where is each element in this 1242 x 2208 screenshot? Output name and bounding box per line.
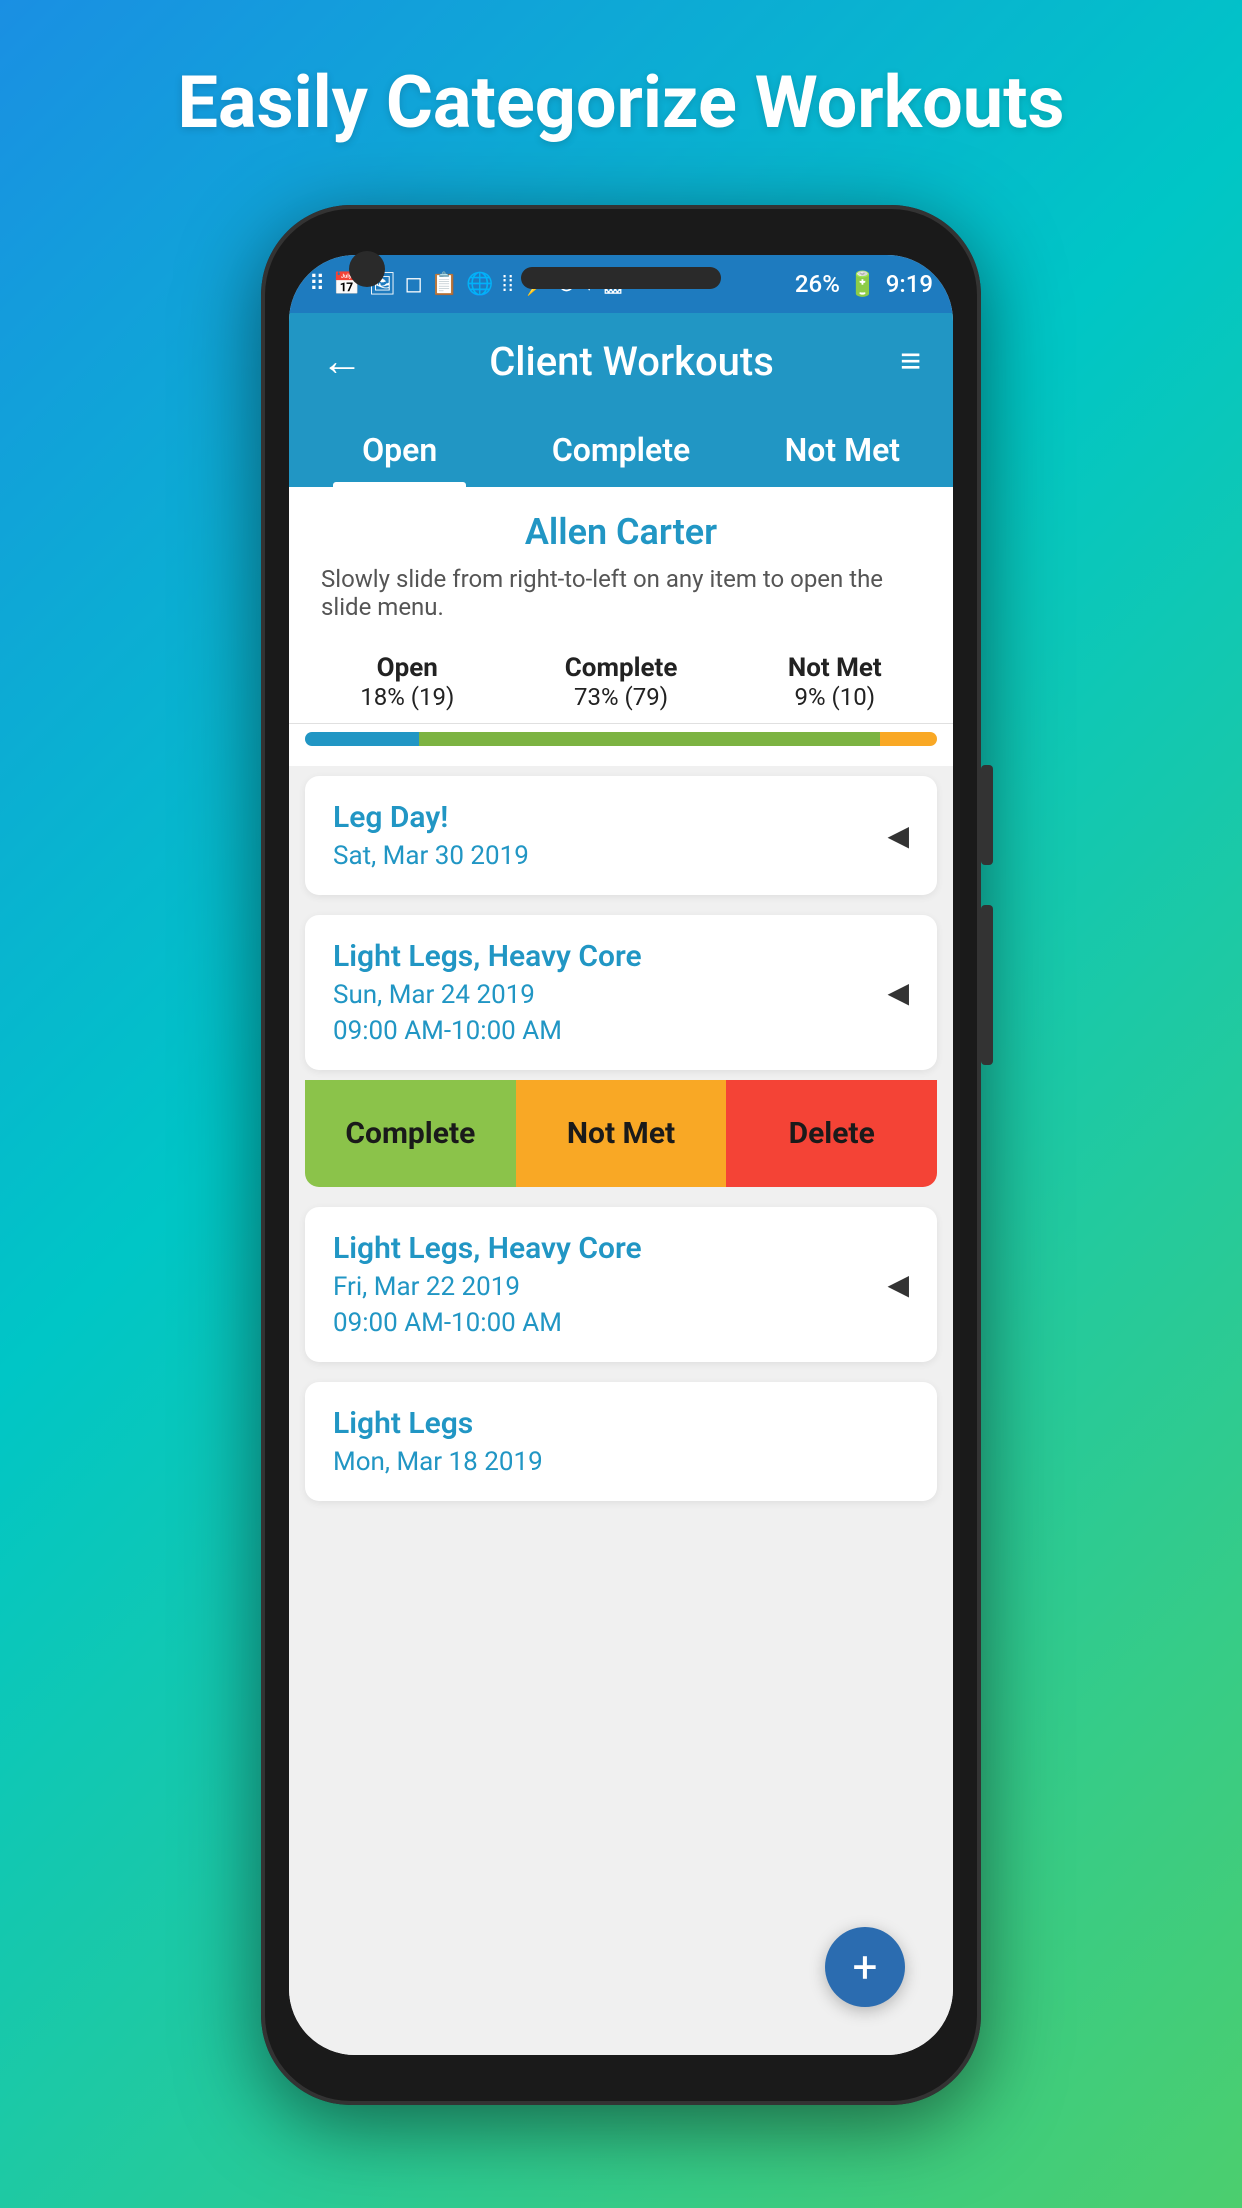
stats-row: Open 18% (19) Complete 73% (79) Not Met [289,645,953,724]
fab-add-button[interactable]: + [825,1927,905,2007]
page-headline-text: Easily Categorize Workouts [178,60,1065,145]
card-1-arrow: ◀ [887,819,909,852]
client-name: Allen Carter [321,511,921,553]
card-1-content: Leg Day! Sat, Mar 30 2019 [333,800,529,871]
card-2-time: 09:00 AM-10:00 AM [333,1016,642,1046]
card-3-content: Light Legs, Heavy Core Fri, Mar 22 2019 … [333,1231,642,1338]
tabs-bar: Open Complete Not Met [289,409,953,487]
card-4-date: Mon, Mar 18 2019 [333,1447,543,1477]
filter-icon[interactable]: ≡ [900,340,921,382]
card-2-arrow: ◀ [887,976,909,1009]
stat-complete-label: Complete [565,653,678,683]
fab-plus-icon: + [853,1945,878,1989]
phone-wrapper: ⠿ 📅 🖼 ◻ 📋 🌐 ⁞⁞ ⚡ ⊖ ▾ ▩ 26% 🔋 9:19 ← Clie… [261,205,981,2105]
app-header: ← Client Workouts ≡ [289,313,953,409]
phone-screen: ⠿ 📅 🖼 ◻ 📋 🌐 ⁞⁞ ⚡ ⊖ ▾ ▩ 26% 🔋 9:19 ← Clie… [289,255,953,2055]
card-4-content: Light Legs Mon, Mar 18 2019 [333,1406,543,1477]
screen-content: Allen Carter Slowly slide from right-to-… [289,487,953,2055]
tab-complete[interactable]: Complete [510,409,731,487]
stat-open: Open 18% (19) [360,653,454,711]
client-header: Allen Carter Slowly slide from right-to-… [289,487,953,645]
progress-container [289,724,953,766]
dots-icon: ⁞⁞ [502,271,514,297]
stat-open-value: 18% (19) [360,683,454,711]
card-3-time: 09:00 AM-10:00 AM [333,1308,642,1338]
workout-card-2[interactable]: Light Legs, Heavy Core Sun, Mar 24 2019 … [305,915,937,1070]
notification-icon: ⠿ [309,272,325,297]
card-2-date: Sun, Mar 24 2019 [333,980,642,1010]
side-button-top [981,765,993,865]
tab-open[interactable]: Open [289,409,510,487]
card-3-date: Fri, Mar 22 2019 [333,1272,642,1302]
progress-complete [419,732,880,746]
clipboard-icon: 📋 [431,272,458,297]
slide-delete-button[interactable]: Delete [726,1080,937,1187]
card-1-date: Sat, Mar 30 2019 [333,841,529,871]
client-hint: Slowly slide from right-to-left on any i… [321,565,921,621]
clock: 9:19 [886,270,933,298]
status-right: 26% 🔋 9:19 [795,270,933,298]
phone-camera [349,251,385,287]
card-3-arrow: ◀ [887,1268,909,1301]
slide-complete-button[interactable]: Complete [305,1080,516,1187]
side-button-bottom [981,905,993,1065]
tab-not-met[interactable]: Not Met [732,409,953,487]
progress-open [305,732,419,746]
stat-not-met-label: Not Met [788,653,882,683]
card-1-title: Leg Day! [333,800,529,835]
progress-not-met [880,732,937,746]
workout-card-3[interactable]: Light Legs, Heavy Core Fri, Mar 22 2019 … [305,1207,937,1362]
workout-card-1[interactable]: Leg Day! Sat, Mar 30 2019 ◀ [305,776,937,895]
stat-complete: Complete 73% (79) [565,653,678,711]
square-icon: ◻ [404,272,422,297]
phone-speaker [521,267,721,289]
battery-icon: 🔋 [848,270,878,298]
globe-icon: 🌐 [466,272,493,297]
workout-card-4[interactable]: Light Legs Mon, Mar 18 2019 [305,1382,937,1501]
card-2-title: Light Legs, Heavy Core [333,939,642,974]
card-4-title: Light Legs [333,1406,543,1441]
content-area: Allen Carter Slowly slide from right-to-… [289,487,953,2055]
card-2-content: Light Legs, Heavy Core Sun, Mar 24 2019 … [333,939,642,1046]
stat-not-met: Not Met 9% (10) [788,653,882,711]
battery-percent: 26% [795,270,840,298]
stat-not-met-value: 9% (10) [788,683,882,711]
stat-complete-value: 73% (79) [565,683,678,711]
progress-bar [305,732,937,746]
slide-not-met-button[interactable]: Not Met [516,1080,727,1187]
card-3-title: Light Legs, Heavy Core [333,1231,642,1266]
header-title: Client Workouts [489,338,774,385]
stat-open-label: Open [360,653,454,683]
slide-menu: Complete Not Met Delete [305,1080,937,1187]
back-button[interactable]: ← [321,337,363,386]
